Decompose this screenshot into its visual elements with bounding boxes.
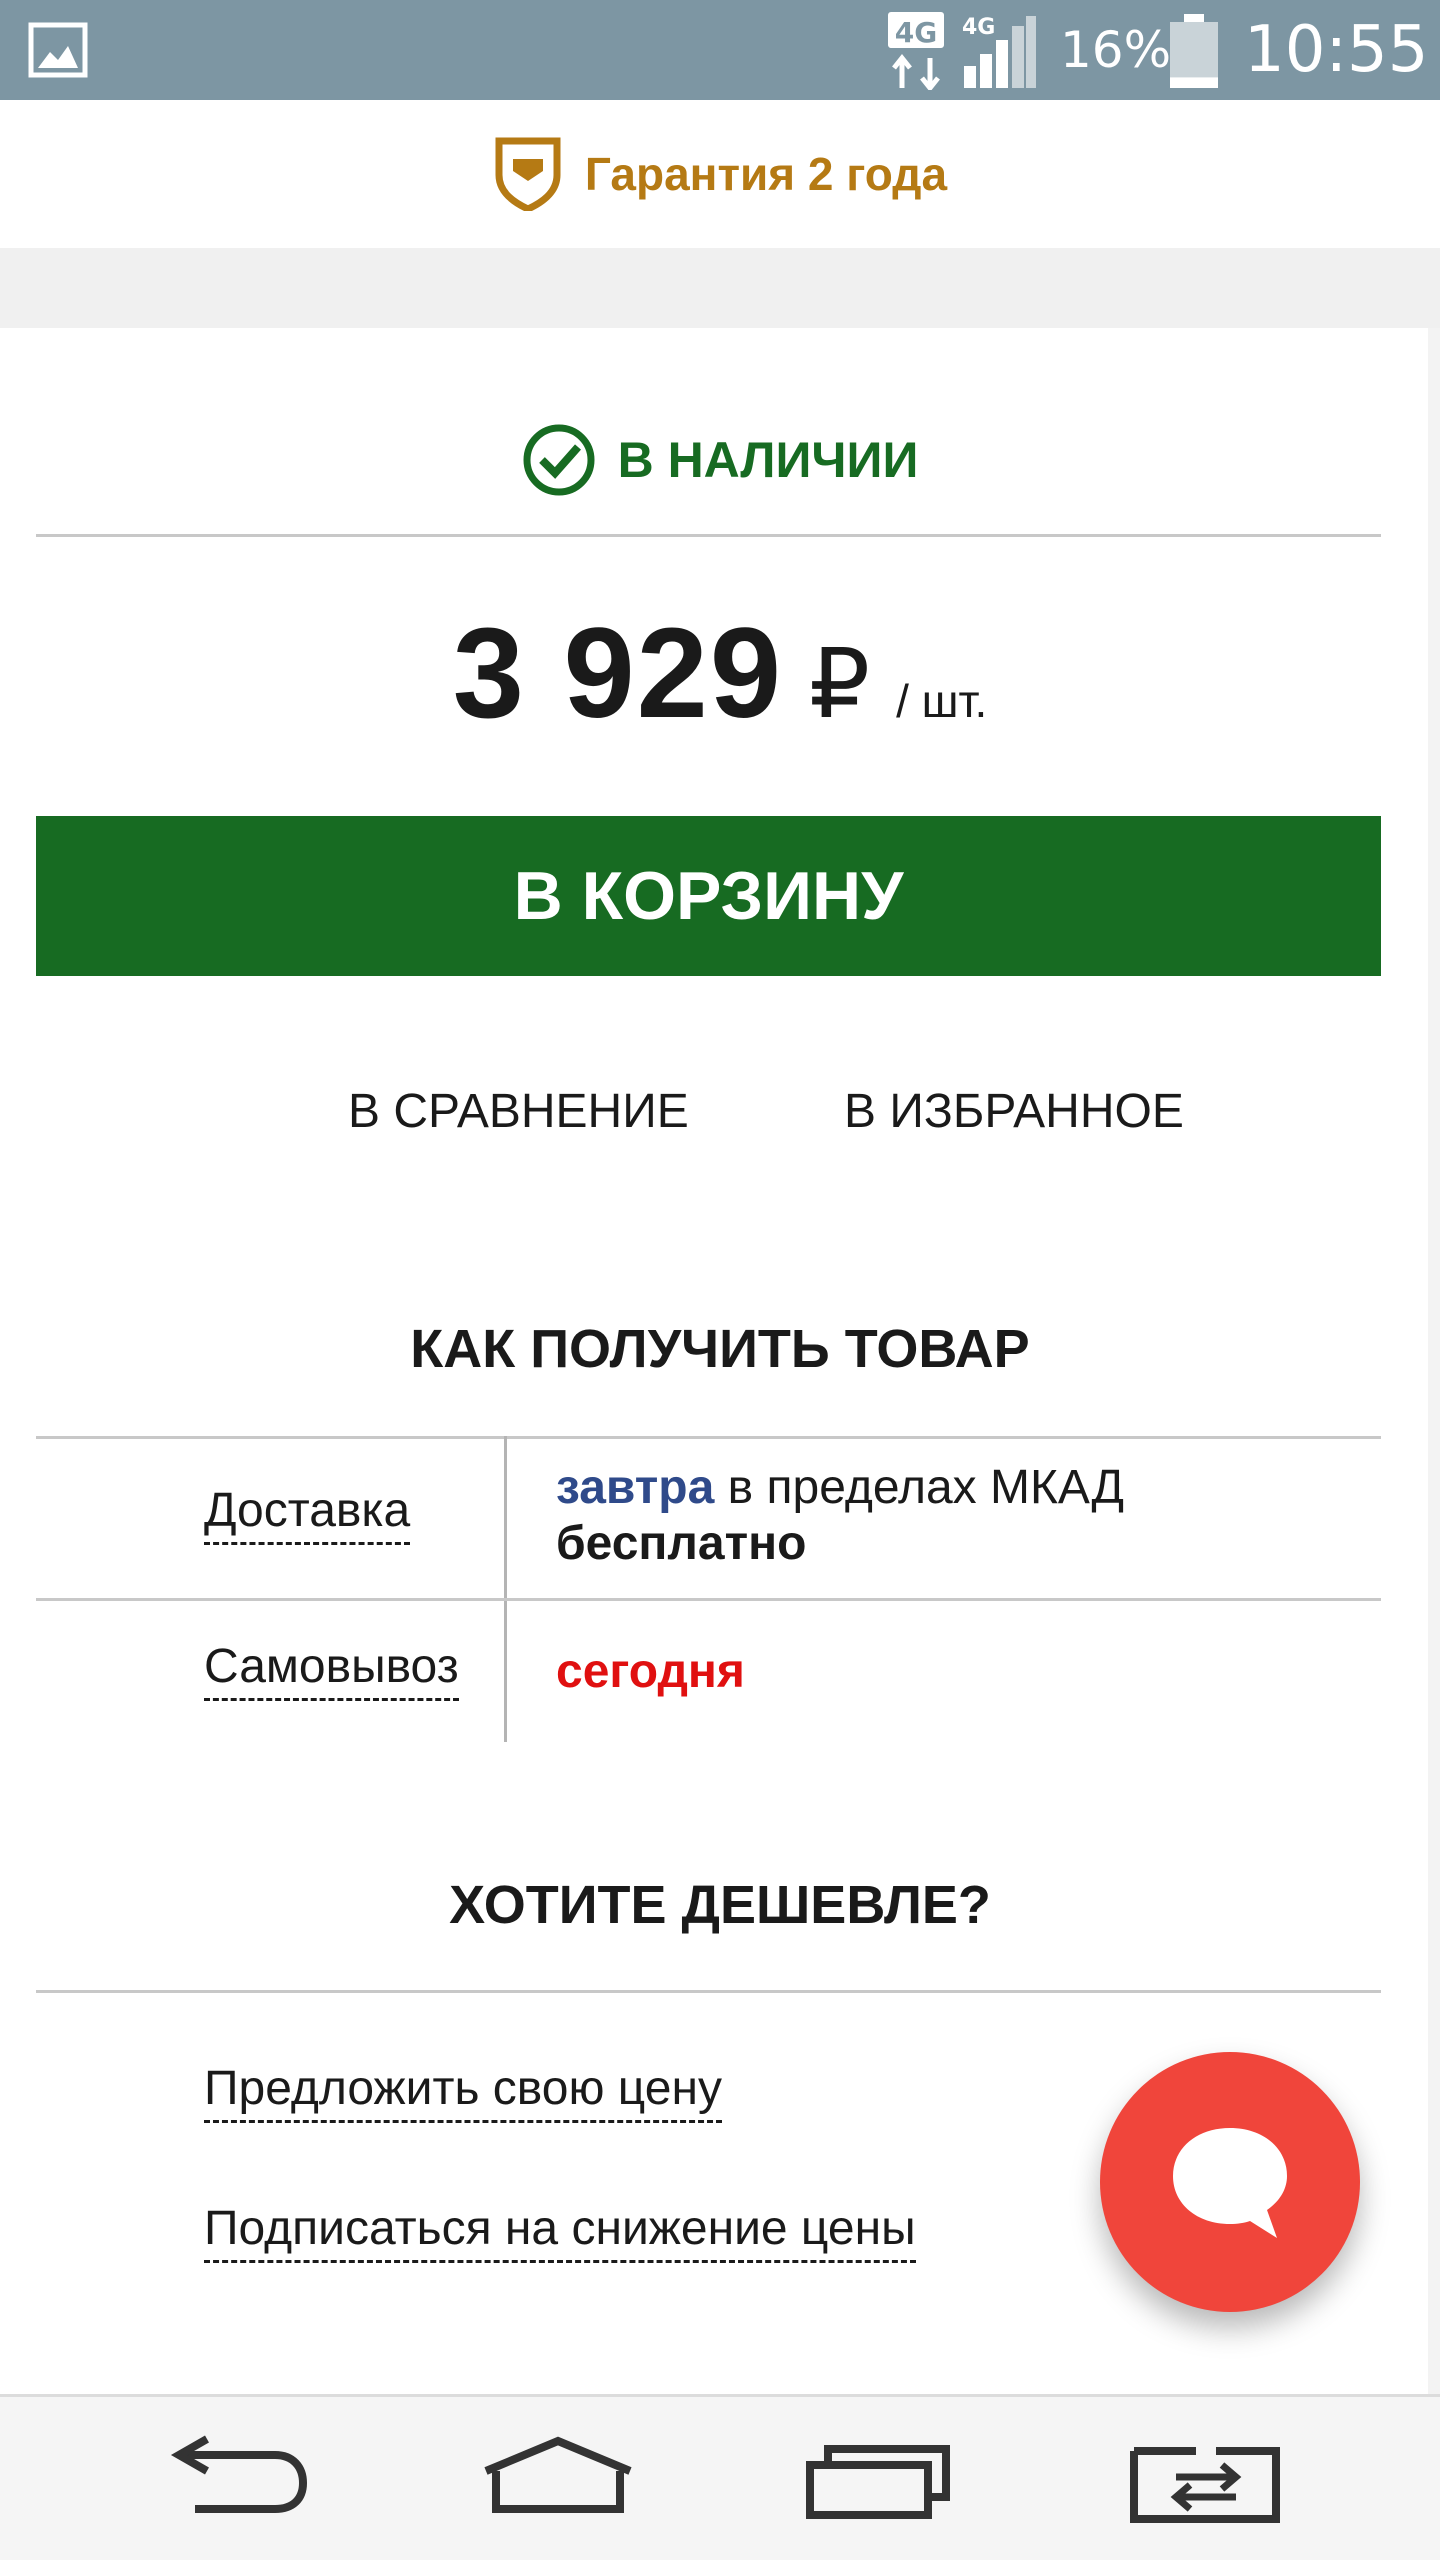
pickup-option-label[interactable]: Самовывоз <box>204 1638 459 1701</box>
pickup-when: сегодня <box>556 1645 745 1698</box>
status-bar: 4G 4G 16% 10:55 <box>0 0 1440 100</box>
price: 3 929 ₽ / шт. <box>0 600 1440 760</box>
guarantee-text: Гарантия 2 года <box>584 148 948 200</box>
delivery-option-info: завтра в пределах МКАД бесплатно <box>556 1460 1124 1572</box>
chat-bubble-icon <box>1173 2128 1287 2238</box>
battery-percent: 16% <box>1060 21 1172 79</box>
product-page: 4G 4G 16% 10:55 Гарантия 2 года В НАЛИЧИ… <box>0 0 1440 2560</box>
divider <box>36 534 1381 537</box>
add-to-compare-link[interactable]: В СРАВНЕНИЕ <box>348 1080 689 1144</box>
delivery-section-title: КАК ПОЛУЧИТЬ ТОВАР <box>410 1319 1030 1379</box>
navigation-bar <box>0 2394 1440 2560</box>
check-circle-icon <box>523 424 595 496</box>
battery-icon <box>1170 14 1218 88</box>
pickup-option-info: сегодня <box>556 1644 745 1700</box>
price-value: 3 929 <box>452 602 783 745</box>
back-icon[interactable] <box>155 2435 315 2525</box>
price-currency: ₽ <box>809 631 871 738</box>
delivery-cost: бесплатно <box>556 1517 807 1570</box>
delivery-where: в пределах МКАД <box>714 1461 1125 1514</box>
delivery-option-label[interactable]: Доставка <box>204 1482 411 1545</box>
delivery-when: завтра <box>556 1461 715 1514</box>
network-4g-icon: 4G <box>888 12 944 90</box>
availability-text: В НАЛИЧИИ <box>617 432 919 488</box>
delivery-table: Доставка завтра в пределах МКАД бесплатн… <box>36 1436 1381 1742</box>
divider <box>36 1990 1381 1993</box>
signal-strength-icon: 4G <box>962 15 1036 88</box>
section-separator <box>0 248 1440 328</box>
guarantee-strip: Гарантия 2 года <box>0 100 1440 248</box>
chat-button[interactable] <box>1100 2052 1360 2312</box>
table-row-divider <box>36 1598 1381 1601</box>
add-to-cart-button[interactable]: В КОРЗИНУ <box>36 816 1381 976</box>
shield-icon <box>495 137 561 211</box>
signal-label: 4G <box>962 15 995 40</box>
add-to-favorites-link[interactable]: В ИЗБРАННОЕ <box>844 1080 1184 1144</box>
offer-price-link[interactable]: Предложить свою цену <box>204 2060 722 2123</box>
clock: 10:55 <box>1244 13 1429 87</box>
home-icon[interactable] <box>478 2435 638 2525</box>
price-drop-subscribe-link[interactable]: Подписаться на снижение цены <box>204 2200 916 2263</box>
recent-apps-icon[interactable] <box>802 2435 962 2525</box>
network-label: 4G <box>895 16 937 49</box>
availability-status: В НАЛИЧИИ <box>0 410 1440 510</box>
gallery-notification-icon <box>28 22 88 78</box>
delivery-time-line: завтра в пределах МКАД <box>556 1460 1124 1516</box>
dual-window-icon[interactable] <box>1126 2435 1286 2525</box>
cheaper-section-title: ХОТИТЕ ДЕШЕВЛЕ? <box>449 1875 991 1935</box>
price-unit: / шт. <box>896 675 988 727</box>
table-column-divider <box>504 1436 507 1742</box>
